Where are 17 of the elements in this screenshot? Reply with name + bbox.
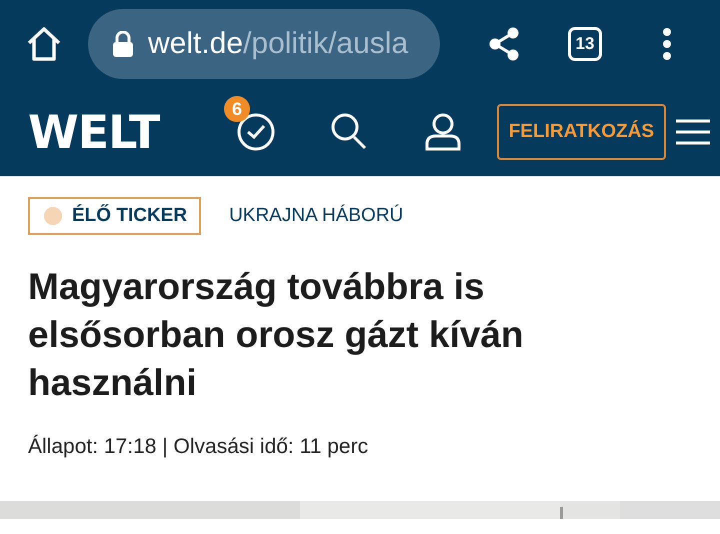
share-icon[interactable] <box>488 27 520 61</box>
menu-icon[interactable] <box>676 118 710 146</box>
live-ticker-label[interactable]: ÉLŐ TICKER <box>28 197 202 235</box>
notification-badge: 6 <box>224 96 250 122</box>
logo[interactable]: WELT <box>28 105 178 159</box>
user-icon[interactable] <box>424 113 462 151</box>
url-field[interactable]: welt.de/politik/ausla <box>88 9 440 79</box>
category-link[interactable]: UKRAJNA HÁBORÚ <box>229 205 404 227</box>
subscribe-button[interactable]: FELIRATKOZÁS <box>496 104 666 160</box>
more-icon[interactable] <box>662 28 672 60</box>
tab-count[interactable]: 13 <box>568 27 602 61</box>
article-title: Magyarország továbbra is elsősorban orosz gázt kíván használni <box>28 265 525 405</box>
lock-icon <box>112 31 134 57</box>
home-icon[interactable] <box>26 26 62 62</box>
search-icon[interactable] <box>330 112 368 152</box>
article-meta: Állapot: 17:18 | Olvasási idő: 11 perc <box>28 435 370 459</box>
live-dot-icon <box>44 207 62 225</box>
